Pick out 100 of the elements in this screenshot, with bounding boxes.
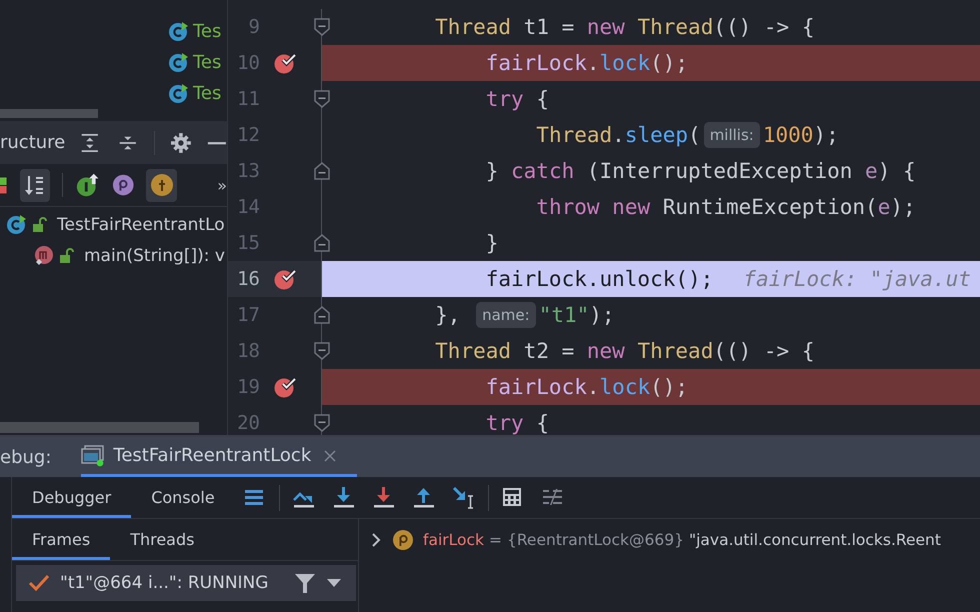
code-text: t1 =: [524, 14, 576, 41]
code-text: "t1": [538, 302, 590, 329]
down-arrow-icon[interactable]: [332, 486, 356, 510]
object-reference: {ReentrantLock@669}: [506, 531, 684, 549]
tree-item[interactable]: Tes: [193, 83, 222, 104]
line-number: 9: [248, 16, 260, 38]
line-number: 11: [236, 88, 260, 110]
line-number: 12: [236, 124, 260, 146]
tab[interactable]: Console: [131, 477, 235, 518]
class-icon: [168, 83, 189, 104]
code-text: new: [612, 194, 650, 221]
down-arrow-icon[interactable]: [372, 486, 396, 510]
line-number: 15: [236, 232, 260, 254]
code-text: try: [486, 410, 524, 435]
settings-icon[interactable]: [171, 132, 192, 154]
code-text: fairLock.unlock();: [486, 266, 714, 293]
caret-icon[interactable]: [326, 578, 342, 588]
tab[interactable]: Frames: [12, 519, 110, 560]
line-number: 16: [236, 268, 260, 290]
code-text: );: [589, 302, 615, 329]
fold-marker-icon[interactable]: [314, 306, 330, 324]
code-text: new: [586, 14, 625, 41]
up-arrow-icon[interactable]: [412, 486, 436, 510]
code-text: .: [612, 122, 625, 149]
code-text: ) {: [878, 158, 916, 185]
line-number: 17: [236, 304, 260, 326]
equals-sign: =: [488, 531, 502, 549]
code-text: }: [486, 158, 500, 185]
code-text: fairLock: [486, 50, 587, 77]
code-text: .: [586, 50, 600, 77]
diagonal-arrow-icon[interactable]: [452, 486, 476, 510]
fold-marker-icon[interactable]: [314, 234, 330, 252]
tab[interactable]: Debugger: [12, 477, 132, 518]
line-number: 13: [236, 160, 260, 182]
code-text: lock: [600, 374, 650, 401]
class-icon: [6, 214, 27, 235]
property-icon[interactable]: [112, 173, 134, 197]
code-text: fairLock: [486, 374, 587, 401]
code-text: (InterruptedException: [586, 158, 854, 185]
code-text: .: [586, 374, 600, 401]
code-text: Thread: [536, 122, 612, 149]
code-text: Thread: [637, 338, 714, 365]
filter-icon[interactable]: [294, 572, 316, 594]
thread-dropdown[interactable]: "t1"@664 i...": RUNNING: [16, 565, 356, 601]
inline-value: fairLock: "java.ut: [743, 266, 971, 293]
code-text: sleep: [624, 122, 688, 149]
line-number: 18: [236, 340, 260, 362]
code-text: );: [890, 194, 916, 221]
code-text: {: [536, 86, 549, 113]
code-text: (() -> {: [713, 14, 814, 41]
parameter-hint: millis:: [704, 122, 760, 148]
tree-item[interactable]: TestFairReentrantLo: [57, 214, 225, 234]
code-text: },: [435, 302, 462, 329]
fold-marker-icon[interactable]: [314, 162, 330, 180]
code-text: Thread: [435, 14, 512, 41]
variable-value: "java.util.concurrent.locks.Reent: [688, 531, 941, 549]
chevron-icon[interactable]: [371, 532, 383, 548]
class-icon: [168, 21, 189, 42]
session-tab[interactable]: TestFairReentrantLock: [81, 437, 358, 477]
panel-title: ructure: [0, 132, 66, 153]
code-text: );: [813, 122, 839, 149]
tree-item[interactable]: Tes: [193, 52, 222, 73]
scrollbar[interactable]: [0, 422, 199, 433]
check-icon: [28, 573, 50, 593]
tree-item[interactable]: main(String[]): v: [84, 246, 225, 266]
window-icon: [81, 444, 106, 466]
fold-marker-icon[interactable]: [314, 414, 330, 432]
more-button[interactable]: »: [217, 176, 227, 194]
sort-alpha-button[interactable]: [20, 168, 50, 202]
line-number: 19: [236, 376, 260, 398]
lock-icon: [59, 248, 75, 264]
code-text: Thread: [637, 14, 714, 41]
code-text: new: [586, 338, 625, 365]
code-text: catch: [511, 158, 574, 185]
close-icon[interactable]: [323, 448, 338, 462]
method-icon: [32, 244, 54, 266]
inherited-icon[interactable]: [75, 172, 100, 198]
code-text: ();: [650, 374, 688, 401]
line-number: 14: [236, 196, 260, 218]
code-text: {: [536, 410, 549, 435]
code-text: ();: [650, 50, 688, 77]
breakpoint-icon[interactable]: [274, 52, 298, 74]
code-text: e: [878, 194, 890, 221]
variable-name: fairLock: [423, 531, 484, 549]
line-number: 20: [236, 412, 260, 434]
field-filter-button[interactable]: [146, 168, 178, 202]
breakpoint-icon[interactable]: [274, 376, 298, 398]
code-text: (() -> {: [713, 338, 814, 365]
code-text: 1000: [762, 122, 814, 149]
breakpoint-icon[interactable]: [274, 268, 298, 290]
fold-marker-icon[interactable]: [314, 90, 330, 108]
panel-title: ebug:: [0, 446, 52, 468]
code-text: throw: [536, 194, 600, 221]
property-icon: [392, 529, 414, 551]
fold-marker-icon[interactable]: [314, 18, 330, 36]
tree-item[interactable]: Tes: [193, 21, 222, 42]
code-text: Thread: [435, 338, 512, 365]
fold-marker-icon[interactable]: [314, 342, 330, 360]
scrollbar[interactable]: [0, 109, 98, 118]
tab[interactable]: Threads: [110, 519, 214, 560]
